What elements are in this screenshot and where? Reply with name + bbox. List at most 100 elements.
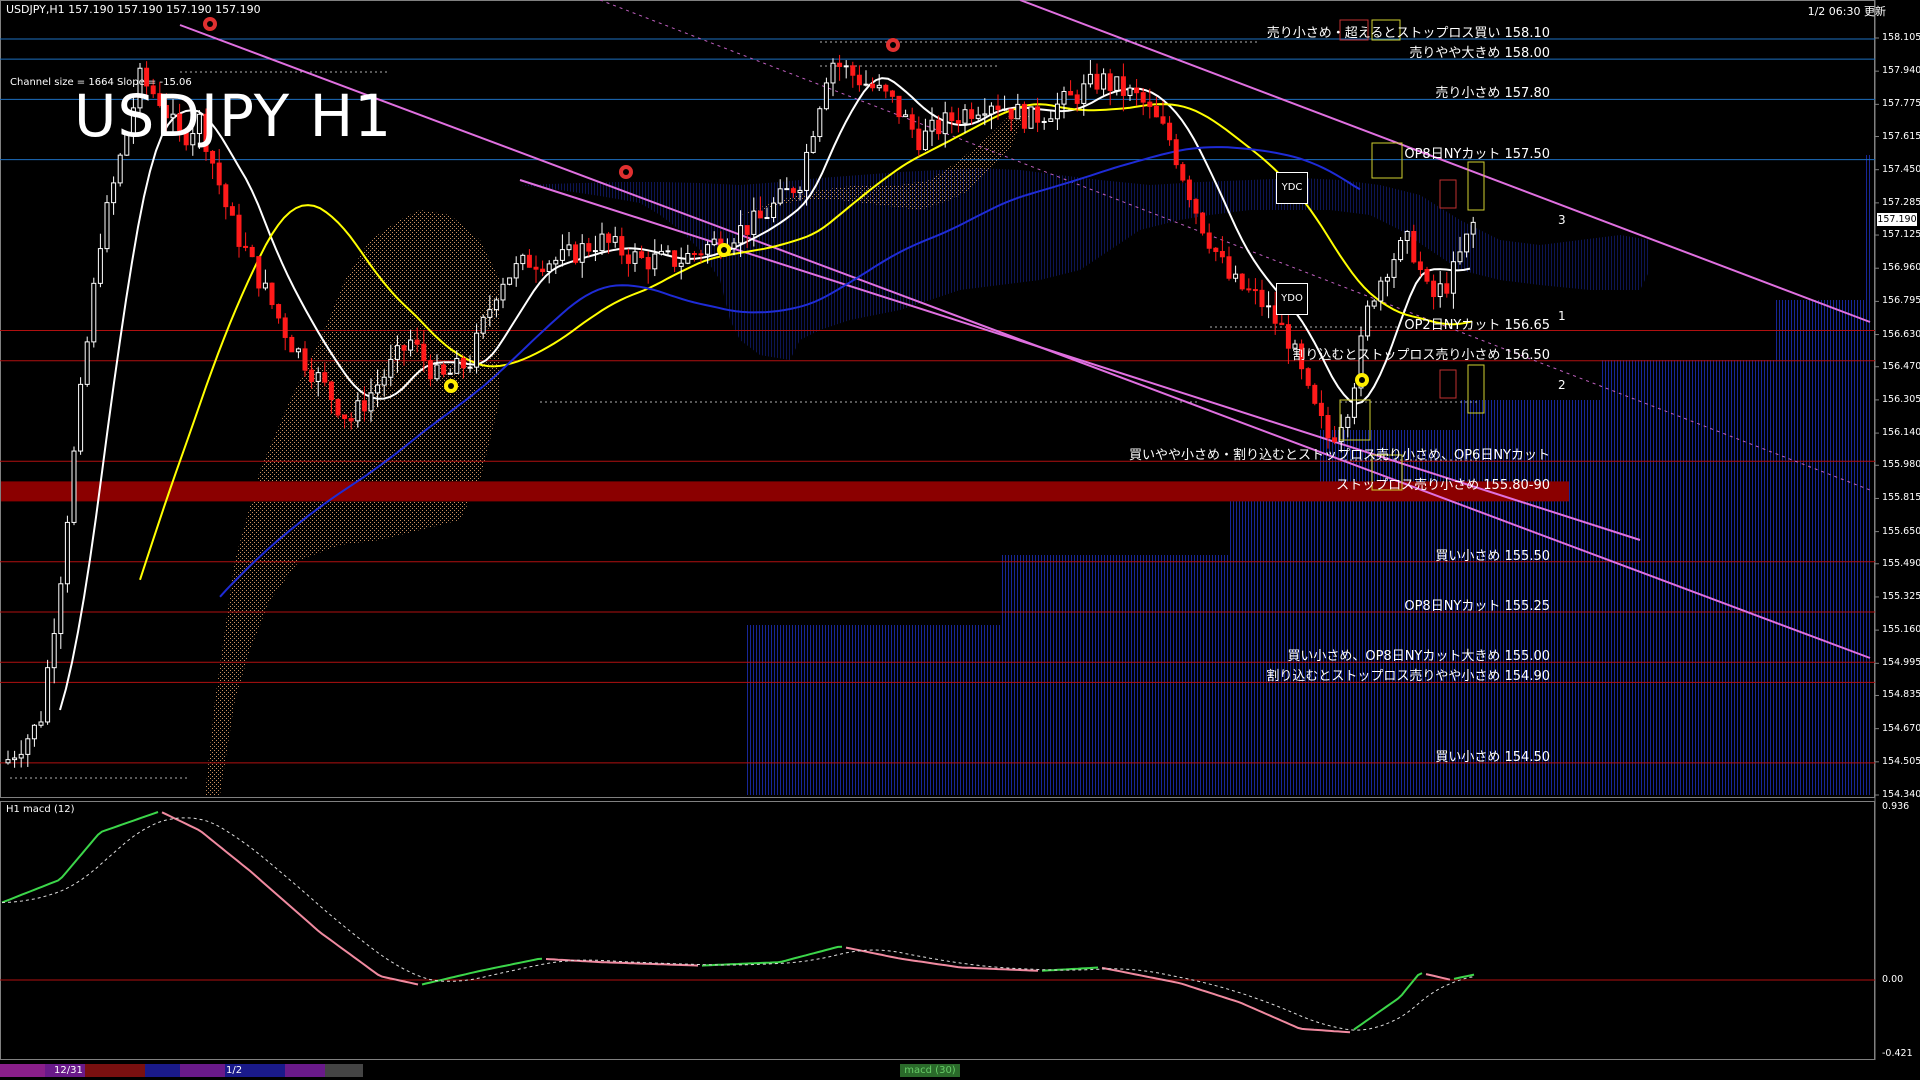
macd-tick-min: -0.421 [1882, 1048, 1913, 1059]
candle-body [1233, 273, 1239, 279]
price-tick-label: 157.285 [1882, 196, 1920, 208]
candle-body [639, 251, 645, 259]
price-tick-label: 156.795 [1882, 295, 1920, 307]
candle-body [909, 114, 915, 130]
candle-body [1153, 105, 1159, 118]
candle-body [1266, 305, 1272, 308]
candle-body [1252, 289, 1258, 292]
candle-body [487, 309, 493, 318]
candle-body [1464, 233, 1470, 253]
candle-body [1101, 73, 1107, 90]
candle-body [342, 414, 348, 420]
candle-body [447, 372, 453, 375]
candle-body [368, 392, 374, 412]
candle-body [474, 332, 480, 368]
candle-body [322, 372, 328, 383]
price-tick-label: 155.325 [1882, 590, 1920, 602]
candle-body [1457, 251, 1463, 263]
candle-body [817, 108, 823, 138]
candle-body [678, 262, 684, 267]
level-label: ストップロス売り小さめ 155.80-90 [1336, 478, 1550, 494]
price-tick-label: 154.995 [1882, 657, 1920, 669]
candle-body [969, 109, 975, 119]
candle-body [1398, 239, 1404, 261]
candle-body [784, 188, 790, 191]
candle-body [1305, 368, 1311, 386]
candle-body [262, 282, 268, 289]
candle-body [665, 250, 671, 253]
candle-body [1193, 199, 1199, 214]
price-tick-label: 156.960 [1882, 262, 1920, 274]
candle-body [289, 336, 295, 353]
candle-body [328, 381, 334, 400]
candle-body [1259, 289, 1265, 308]
macd-lines [1, 811, 1475, 1034]
candle-body [45, 667, 51, 723]
candle-body [903, 114, 909, 118]
candle-body [1127, 87, 1133, 96]
candle-body [922, 130, 928, 151]
candle-body [1173, 139, 1179, 166]
candle-body [1312, 384, 1318, 404]
candle-body [361, 400, 367, 412]
level-label: 買い小さめ、OP8日NYカット大きめ 155.00 [1287, 649, 1550, 665]
candle-body [1378, 280, 1384, 302]
price-chart[interactable] [0, 0, 1920, 1080]
candle-body [586, 243, 592, 252]
candle-body [837, 62, 843, 68]
candle-body [526, 254, 532, 268]
candle-body [1134, 87, 1140, 94]
candle-body [520, 254, 526, 265]
candle-body [1246, 288, 1252, 291]
date-label-0102: 1/2 [226, 1065, 243, 1076]
candle-body [335, 398, 341, 416]
candle-body [810, 136, 816, 153]
candle-body [38, 721, 44, 726]
level-label: 割り込むとストップロス売り小さめ 156.50 [1292, 347, 1550, 363]
candle-body [104, 202, 110, 250]
candle-body [870, 83, 876, 89]
candle-body [856, 74, 862, 86]
candle-body [309, 369, 315, 382]
price-tick-label: 156.470 [1882, 360, 1920, 372]
candle-body [850, 65, 856, 76]
candle-body [672, 250, 678, 267]
macd-tab-button[interactable]: macd (30) [900, 1064, 960, 1077]
candle-body [295, 348, 301, 353]
candle-body [711, 238, 717, 246]
candle-body [797, 189, 803, 194]
candle-body [1061, 91, 1067, 105]
candle-body [441, 364, 447, 375]
candle-body [1384, 276, 1390, 282]
candle-body [1285, 324, 1291, 349]
candle-body [1021, 103, 1027, 129]
candle-body [533, 266, 539, 270]
level-label: 割り込むとストップロス売りやや小さめ 154.90 [1266, 669, 1550, 685]
level-label: OP8日NYカット 155.25 [1404, 599, 1550, 615]
level-label: 買い小さめ 155.50 [1435, 548, 1550, 564]
candle-body [111, 182, 117, 204]
macd-tick-max: 0.936 [1882, 801, 1910, 812]
macd-line-falling [161, 811, 1451, 1034]
level-label: 売りやや大きめ 158.00 [1409, 46, 1550, 62]
candle-body [1345, 416, 1351, 428]
candle-body [566, 244, 572, 251]
price-tick-label: 155.815 [1882, 492, 1920, 504]
candle-body [388, 358, 394, 378]
candle-body [889, 90, 895, 97]
candle-body [731, 242, 737, 249]
candle-body [698, 253, 704, 256]
candle-body [599, 233, 605, 252]
candle-body [823, 82, 829, 110]
symbol-info: USDJPY,H1 157.190 157.190 157.190 157.19… [6, 3, 261, 16]
candle-body [1219, 250, 1225, 258]
candle-body [1160, 116, 1166, 124]
candle-body [804, 151, 810, 191]
current-price-tag: 157.190 [1877, 213, 1917, 226]
candle-body [988, 105, 994, 115]
price-tick-label: 155.650 [1882, 525, 1920, 537]
level-label: OP2日NYカット 156.65 [1404, 317, 1550, 333]
price-tick-label: 154.505 [1882, 755, 1920, 767]
candle-body [117, 154, 123, 184]
candle-body [480, 316, 486, 334]
